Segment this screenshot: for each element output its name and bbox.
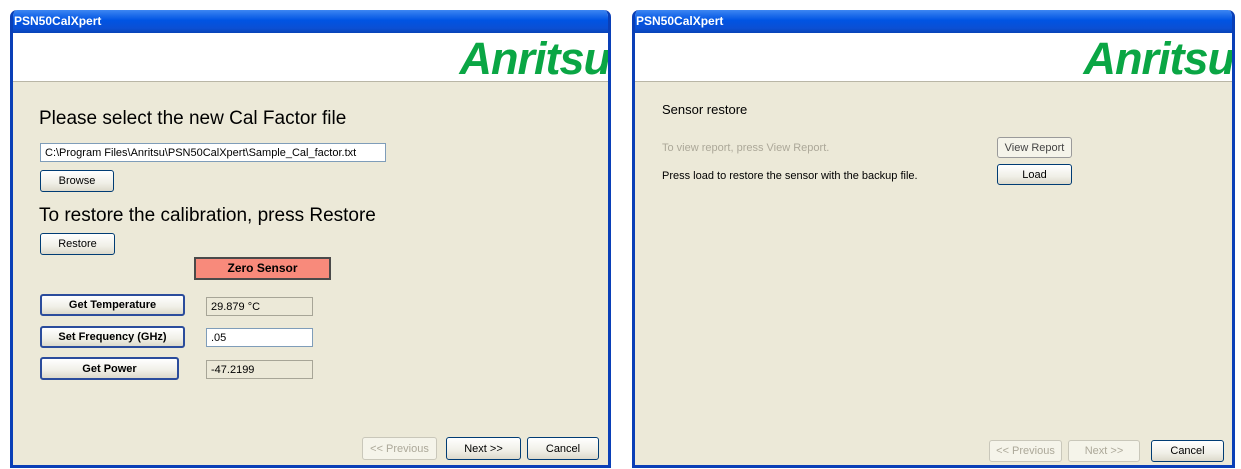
left-cancel-button[interactable]: Cancel <box>527 437 599 460</box>
select-file-heading: Please select the new Cal Factor file <box>39 108 347 129</box>
right-window: PSN50CalXpert Anritsu Sensor restore To … <box>632 10 1235 468</box>
left-window-title: PSN50CalXpert <box>14 14 102 28</box>
load-button[interactable]: Load <box>997 164 1072 185</box>
cal-factor-path-field[interactable]: C:\Program Files\Anritsu\PSN50CalXpert\S… <box>40 143 386 162</box>
right-title-bar[interactable]: PSN50CalXpert <box>635 10 1232 33</box>
left-banner: Anritsu <box>13 33 608 82</box>
anritsu-logo: Anritsu <box>459 33 610 84</box>
right-banner: Anritsu <box>635 33 1232 82</box>
power-value-field: -47.2199 <box>206 360 313 379</box>
right-previous-button[interactable]: << Previous <box>989 440 1062 462</box>
sensor-restore-title: Sensor restore <box>662 102 748 117</box>
left-next-button[interactable]: Next >> <box>446 437 521 460</box>
restore-heading: To restore the calibration, press Restor… <box>39 205 376 226</box>
get-temperature-button[interactable]: Get Temperature <box>40 294 185 316</box>
browse-button[interactable]: Browse <box>40 170 114 192</box>
right-next-button[interactable]: Next >> <box>1068 440 1140 462</box>
left-previous-button[interactable]: << Previous <box>362 437 437 460</box>
set-frequency-button[interactable]: Set Frequency (GHz) <box>40 326 185 348</box>
get-power-button[interactable]: Get Power <box>40 357 179 380</box>
temperature-value-field: 29.879 °C <box>206 297 313 316</box>
load-instruction: Press load to restore the sensor with th… <box>662 170 918 182</box>
right-window-title: PSN50CalXpert <box>636 14 724 28</box>
view-report-instruction: To view report, press View Report. <box>662 142 830 154</box>
zero-sensor-button[interactable]: Zero Sensor <box>194 257 331 280</box>
left-window: PSN50CalXpert Anritsu Please select the … <box>10 10 611 468</box>
right-cancel-button[interactable]: Cancel <box>1151 440 1224 462</box>
anritsu-logo: Anritsu <box>1083 33 1234 84</box>
view-report-button[interactable]: View Report <box>997 137 1072 158</box>
left-title-bar[interactable]: PSN50CalXpert <box>13 10 608 33</box>
restore-button[interactable]: Restore <box>40 233 115 255</box>
frequency-input[interactable]: .05 <box>206 328 313 347</box>
